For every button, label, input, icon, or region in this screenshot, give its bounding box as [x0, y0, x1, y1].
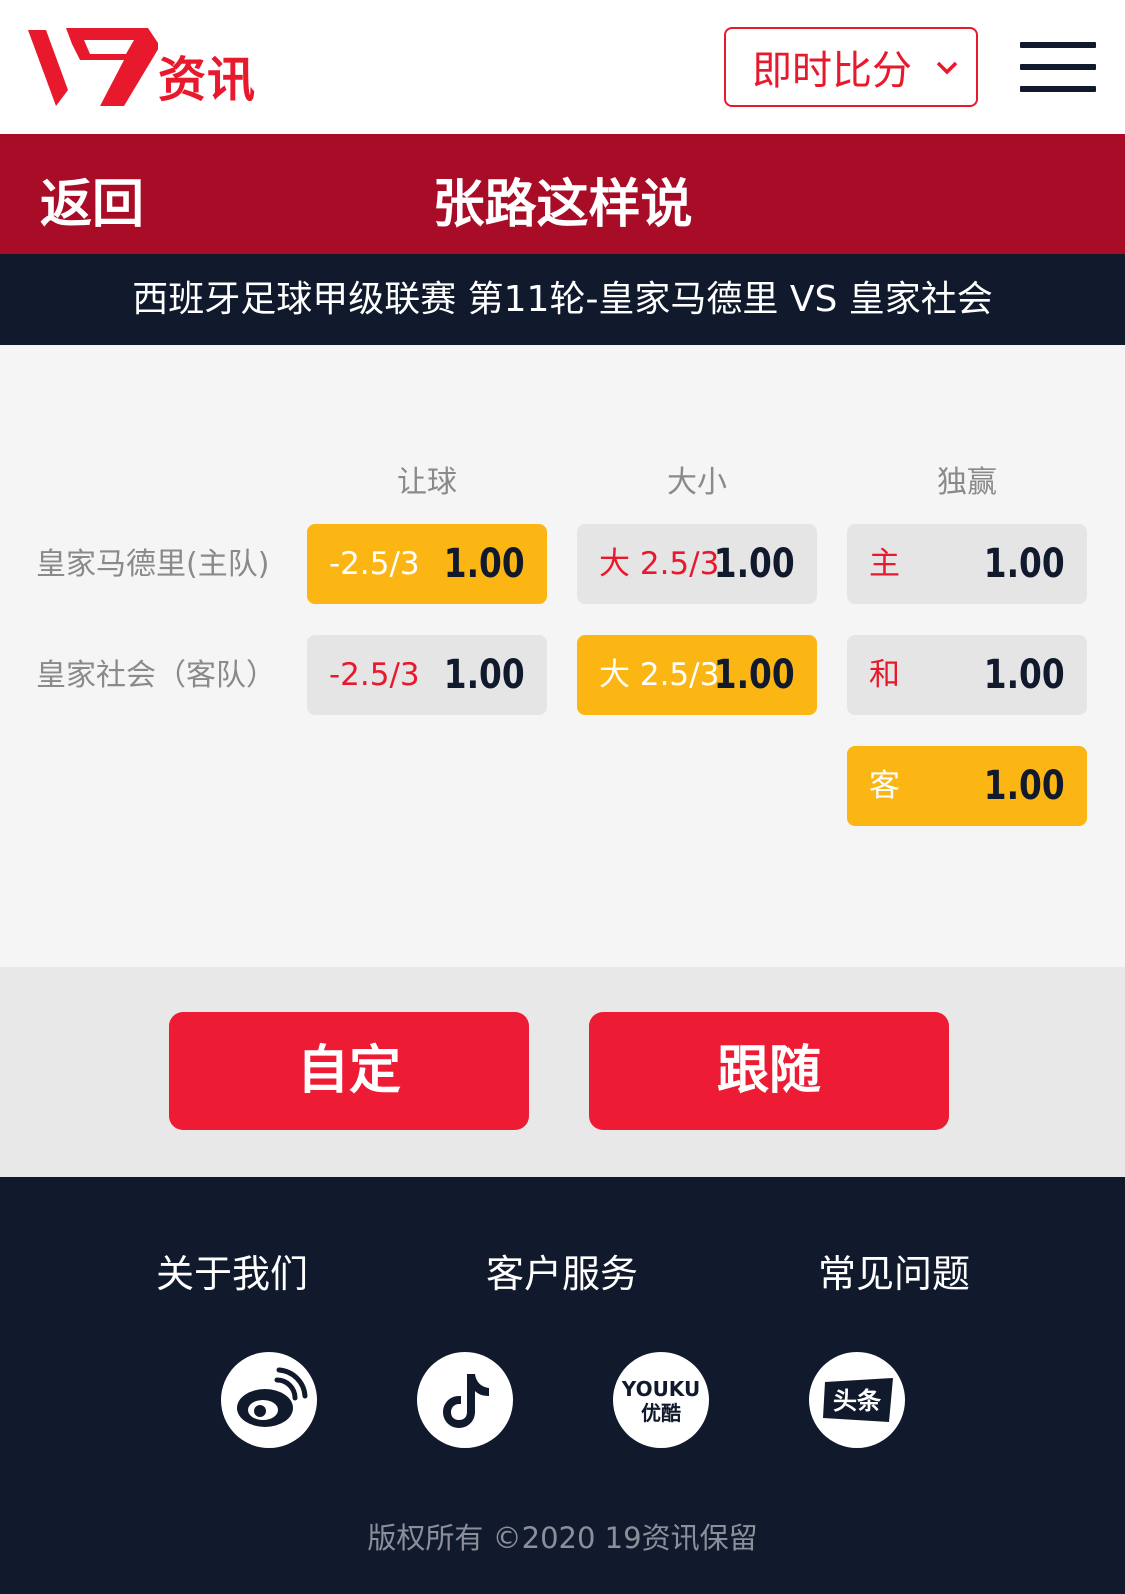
- column-header-handicap: 让球: [397, 465, 457, 500]
- odds-value: 1.00: [444, 652, 525, 698]
- footer-link-service[interactable]: 客户服务: [412, 1243, 712, 1298]
- odds-cell-handicap-away[interactable]: -2.5/3 1.00: [307, 635, 547, 715]
- live-score-label: 即时比分: [752, 48, 912, 94]
- youku-icon[interactable]: YOUKU 优酷: [613, 1352, 709, 1448]
- custom-button[interactable]: 自定: [169, 1012, 529, 1130]
- site-logo[interactable]: 资讯: [28, 26, 258, 110]
- copyright-text: 版权所有 ©2020 19资讯保留: [367, 1521, 758, 1555]
- youku-bottom-text: 优酷: [641, 1401, 681, 1425]
- follow-button[interactable]: 跟随: [589, 1012, 949, 1130]
- match-title: 西班牙足球甲级联赛 第11轮-皇家马德里 VS 皇家社会: [0, 254, 1125, 345]
- odds-label: 和: [869, 657, 900, 693]
- odds-panel: 让球 大小 独赢 皇家马德里(主队) 皇家社会（客队） -2.5/3 1.00 …: [0, 345, 1125, 967]
- toutiao-text: 头条: [833, 1387, 882, 1415]
- odds-value: 1.00: [444, 541, 525, 587]
- odds-cell-moneyline-home[interactable]: 主 1.00: [847, 524, 1087, 604]
- odds-cell-overunder-away[interactable]: 大 2.5/3 1.00: [577, 635, 817, 715]
- odds-value: 1.00: [984, 652, 1065, 698]
- odds-label: -2.5/3: [329, 546, 420, 582]
- odds-value: 1.00: [714, 652, 795, 698]
- youku-top-text: YOUKU: [621, 1377, 700, 1401]
- odds-cell-moneyline-away[interactable]: 客 1.00: [847, 746, 1087, 826]
- home-team-label: 皇家马德里(主队): [36, 547, 270, 582]
- action-bar: 自定 跟随: [0, 967, 1125, 1177]
- chevron-down-icon: [936, 61, 958, 75]
- column-header-overunder: 大小: [667, 465, 727, 500]
- hamburger-menu-icon[interactable]: [1020, 40, 1096, 94]
- odds-cell-overunder-home[interactable]: 大 2.5/3 1.00: [577, 524, 817, 604]
- column-header-moneyline: 独赢: [937, 465, 997, 500]
- footer-link-about[interactable]: 关于我们: [82, 1243, 382, 1298]
- tiktok-icon[interactable]: [417, 1352, 513, 1448]
- toutiao-icon[interactable]: 头条: [809, 1352, 905, 1448]
- top-header: 资讯 即时比分: [0, 0, 1125, 134]
- footer: 关于我们 客户服务 常见问题 YOUKU 优酷 头条 版权所有 ©2020 19…: [0, 1177, 1125, 1594]
- odds-value: 1.00: [984, 763, 1065, 809]
- logo-19-mark: [28, 28, 160, 106]
- odds-value: 1.00: [714, 541, 795, 587]
- page-title: 张路这样说: [432, 175, 693, 235]
- footer-link-faq[interactable]: 常见问题: [744, 1243, 1044, 1298]
- odds-value: 1.00: [984, 541, 1065, 587]
- logo-text: 资讯: [158, 52, 257, 108]
- odds-cell-handicap-home[interactable]: -2.5/3 1.00: [307, 524, 547, 604]
- odds-label: 大 2.5/3: [599, 546, 720, 582]
- odds-label: 主: [869, 546, 900, 582]
- weibo-icon[interactable]: [221, 1352, 317, 1448]
- away-team-label: 皇家社会（客队）: [36, 658, 276, 693]
- odds-label: 客: [869, 768, 900, 804]
- live-score-dropdown[interactable]: 即时比分: [724, 27, 978, 107]
- odds-cell-moneyline-draw[interactable]: 和 1.00: [847, 635, 1087, 715]
- odds-label: -2.5/3: [329, 657, 420, 693]
- odds-label: 大 2.5/3: [599, 657, 720, 693]
- title-bar: 返回 张路这样说: [0, 134, 1125, 254]
